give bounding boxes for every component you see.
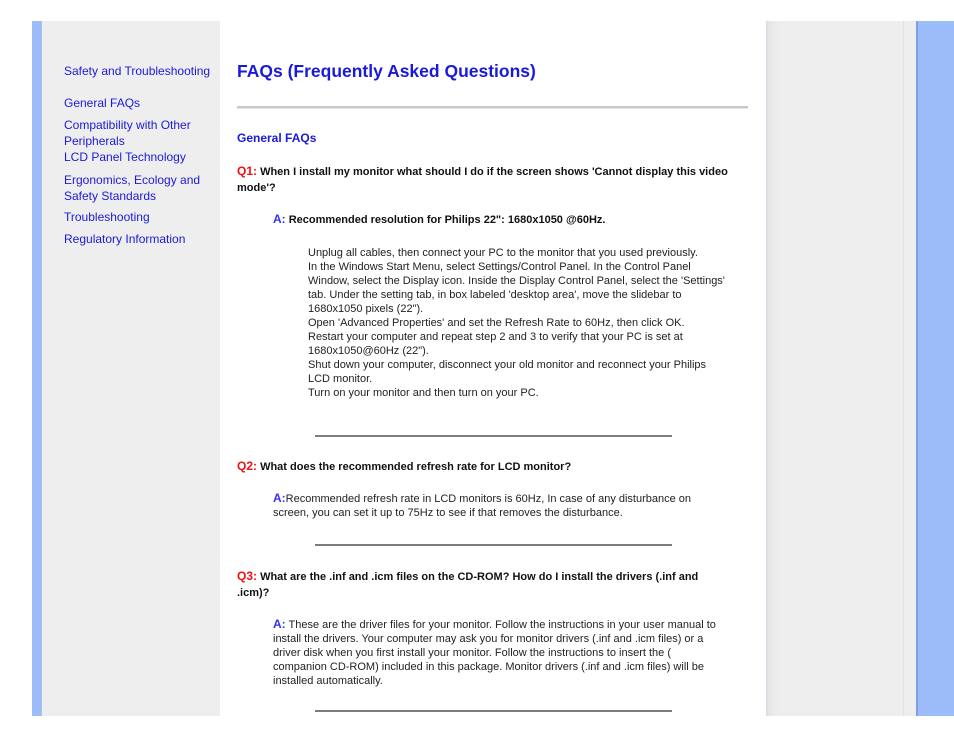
question-label: Q1: (237, 164, 258, 178)
answer-label: A: (273, 491, 286, 505)
answer-text: Recommended refresh rate in LCD monitors… (273, 493, 692, 519)
step-item: Restart your computer and repeat step 2 … (308, 331, 683, 357)
sidebar-item-lcd-panel-technology[interactable]: LCD Panel Technology (64, 149, 214, 165)
answer-steps: Unplug all cables, then connect your PC … (308, 246, 728, 400)
right-panel (766, 21, 916, 716)
right-accent-strip (916, 21, 954, 716)
sidebar-item-troubleshooting[interactable]: Troubleshooting (64, 209, 214, 225)
step-item: Open 'Advanced Properties' and set the R… (308, 317, 685, 329)
question-label: Q3: (237, 569, 258, 583)
faq-divider (315, 435, 672, 437)
answer-label: A: (273, 617, 286, 631)
main-content: FAQs (Frequently Asked Questions) Genera… (220, 21, 766, 716)
question-text: When I install my monitor what should I … (237, 166, 728, 194)
sidebar-item-compatibility[interactable]: Compatibility with Other Peripherals (64, 117, 194, 149)
step-item: Turn on your monitor and then turn on yo… (308, 387, 539, 399)
sidebar-item-regulatory-information[interactable]: Regulatory Information (64, 231, 214, 247)
faq-answer-1: A: Recommended resolution for Philips 22… (273, 212, 743, 227)
question-label: Q2: (237, 459, 258, 473)
answer-label: A: (273, 212, 286, 226)
answer-text: These are the driver files for your moni… (273, 619, 716, 687)
sidebar-item-general-faqs[interactable]: General FAQs (64, 95, 214, 111)
sidebar-item-ergonomics[interactable]: Ergonomics, Ecology and Safety Standards (64, 172, 204, 204)
faq-divider (315, 710, 672, 712)
section-title: General FAQs (237, 131, 317, 145)
faq-answer-3: A: These are the driver files for your m… (273, 617, 718, 688)
question-text: What are the .inf and .icm files on the … (237, 571, 699, 599)
right-panel-divider (903, 21, 904, 716)
title-divider (237, 106, 748, 109)
left-accent-strip (32, 21, 42, 716)
question-text: What does the recommended refresh rate f… (257, 461, 572, 473)
page-title: FAQs (Frequently Asked Questions) (237, 61, 536, 81)
step-item: In the Windows Start Menu, select Settin… (308, 261, 725, 315)
sidebar: Safety and Troubleshooting General FAQs … (42, 21, 220, 716)
faq-question-2: Q2: What does the recommended refresh ra… (237, 458, 737, 475)
page-frame: Safety and Troubleshooting General FAQs … (32, 21, 954, 716)
step-item: Shut down your computer, disconnect your… (308, 359, 707, 385)
answer-text: Recommended resolution for Philips 22": … (285, 214, 606, 226)
step-item: Unplug all cables, then connect your PC … (308, 247, 698, 259)
faq-question-1: Q1: When I install my monitor what shoul… (237, 163, 737, 196)
sidebar-item-safety-and-troubleshooting[interactable]: Safety and Troubleshooting (64, 63, 214, 79)
faq-divider (315, 544, 672, 546)
faq-answer-2: A:Recommended refresh rate in LCD monito… (273, 491, 713, 520)
faq-question-3: Q3: What are the .inf and .icm files on … (237, 568, 727, 601)
